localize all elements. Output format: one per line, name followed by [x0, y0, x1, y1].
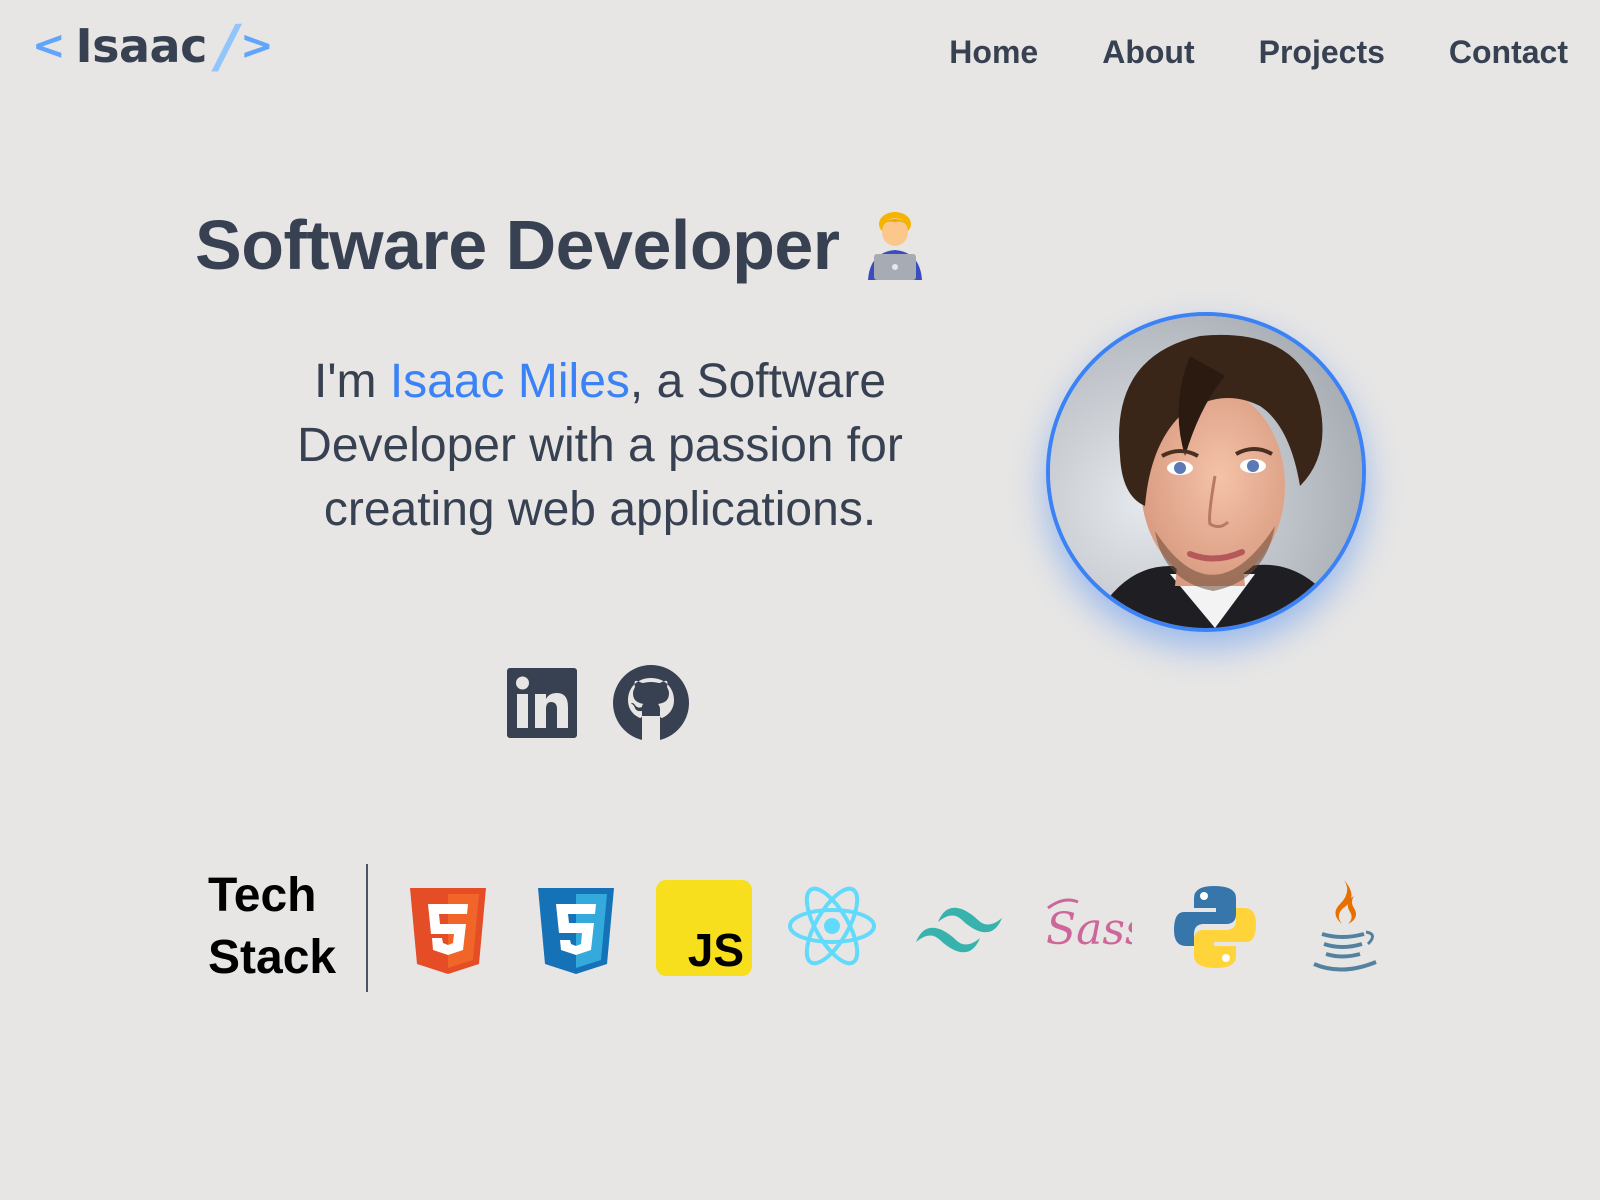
svg-text:JS: JS [688, 924, 744, 976]
html5-icon [410, 888, 486, 978]
social-links [506, 664, 690, 746]
nav-contact-link[interactable]: Contact [1449, 34, 1568, 71]
developer-name: Isaac Miles [389, 355, 630, 408]
tech-stack-label-line1: Tech [208, 869, 317, 922]
css3-icon [538, 888, 614, 978]
logo-bracket-left: < [32, 23, 66, 69]
linkedin-icon[interactable] [506, 667, 578, 743]
tech-stack-divider [366, 864, 368, 992]
logo-bracket-right: > [240, 23, 274, 69]
intro-prefix: I'm [313, 355, 390, 408]
hero-title-text: Software Developer [195, 206, 840, 284]
sass-icon: Sass [1044, 892, 1148, 968]
man-technologist-icon [862, 210, 928, 280]
nav-projects-link[interactable]: Projects [1259, 34, 1385, 71]
tech-stack-label-line2: Stack [208, 931, 337, 984]
tech-stack-label: Tech Stack [208, 865, 336, 989]
hero-title: Software Developer [195, 205, 928, 285]
tailwind-icon [916, 900, 1002, 960]
nav-about-link[interactable]: About [1102, 34, 1194, 71]
java-icon [1304, 878, 1380, 982]
svg-text:Sass: Sass [1046, 904, 1132, 955]
nav-home-link[interactable]: Home [949, 34, 1038, 71]
hero-description: I'm Isaac Miles, a Software Developer wi… [280, 350, 920, 542]
github-icon[interactable] [612, 664, 690, 746]
main-nav: Home About Projects Contact [949, 34, 1568, 71]
logo-name: Isaac [75, 19, 208, 73]
python-icon [1172, 884, 1258, 974]
javascript-icon: JS [656, 880, 752, 980]
react-icon [786, 884, 878, 972]
logo-slash: / [216, 12, 239, 80]
profile-photo [1046, 312, 1366, 632]
site-header: < Isaac / > Home About Projects Contact [0, 0, 1600, 110]
logo[interactable]: < Isaac / > [32, 14, 274, 78]
